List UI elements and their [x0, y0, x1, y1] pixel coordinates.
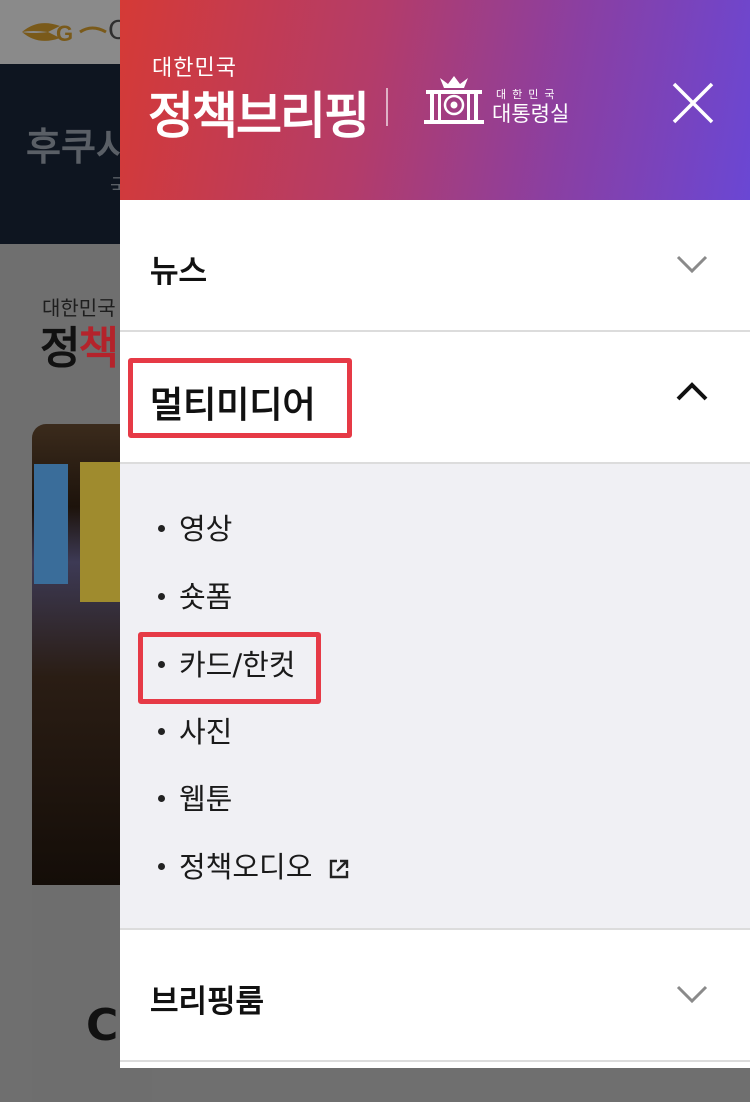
- bullet-icon: [158, 862, 165, 870]
- close-icon[interactable]: [668, 78, 718, 128]
- bullet-icon: [158, 592, 165, 600]
- submenu-item-label: 웹툰: [179, 782, 233, 816]
- chevron-up-icon: [676, 382, 708, 401]
- submenu-item-label: 영상: [179, 512, 233, 546]
- menu-item-multimedia[interactable]: 멀티미디어: [120, 332, 750, 464]
- submenu-item-policy-audio[interactable]: 정책오디오: [158, 844, 350, 884]
- header-divider: [386, 88, 388, 126]
- submenu-item-label: 사진: [179, 715, 233, 749]
- drawer-header: 대한민국 정책브리핑 대한민국 대통령실: [120, 0, 750, 200]
- site-logo-icon: G: [22, 21, 107, 46]
- highlight-box: [128, 358, 352, 438]
- submenu-item-label: 정책오디오: [179, 850, 313, 884]
- submenu-item-label: 카드/한컷: [179, 648, 296, 682]
- presidential-office-emblem-icon: [424, 76, 484, 124]
- menu-item-briefing-room[interactable]: 브리핑룸: [120, 928, 750, 1062]
- chevron-down-icon: [676, 985, 708, 1004]
- bullet-icon: [158, 794, 165, 802]
- submenu-item-label: 숏폼: [179, 580, 233, 614]
- menu-item-label: 브리핑룸: [150, 984, 265, 1020]
- menu-item-news[interactable]: 뉴스: [120, 200, 750, 332]
- bullet-icon: [158, 524, 165, 532]
- menu-item-label: 뉴스: [150, 254, 208, 290]
- side-menu-drawer: 대한민국 정책브리핑 대한민국 대통령실 뉴스 멀티미디어 영상 숏폼 카드/한…: [120, 0, 750, 1068]
- svg-text:G: G: [56, 21, 73, 46]
- multimedia-submenu: 영상 숏폼 카드/한컷 사진 웹툰 정책오디오: [120, 464, 750, 928]
- submenu-item-webtoon[interactable]: 웹툰: [158, 776, 232, 816]
- chevron-down-icon: [676, 255, 708, 274]
- submenu-item-card-news[interactable]: 카드/한컷: [158, 642, 296, 682]
- submenu-item-shortform[interactable]: 숏폼: [158, 574, 232, 614]
- submenu-item-video[interactable]: 영상: [158, 506, 232, 546]
- background-banner-title: 후쿠시: [26, 125, 131, 169]
- submenu-item-photo[interactable]: 사진: [158, 709, 232, 749]
- bullet-icon: [158, 660, 165, 668]
- background-brand-char: 정: [40, 323, 81, 374]
- background-poster: [34, 464, 68, 584]
- background-brand-big: 정책: [40, 312, 119, 376]
- background-poster: [80, 462, 120, 602]
- brand-logo-text[interactable]: 정책브리핑: [148, 76, 370, 148]
- office-name-text[interactable]: 대통령실: [492, 98, 569, 128]
- external-link-icon: [329, 859, 348, 879]
- bullet-icon: [158, 727, 165, 735]
- background-brand-char: 책: [78, 323, 119, 374]
